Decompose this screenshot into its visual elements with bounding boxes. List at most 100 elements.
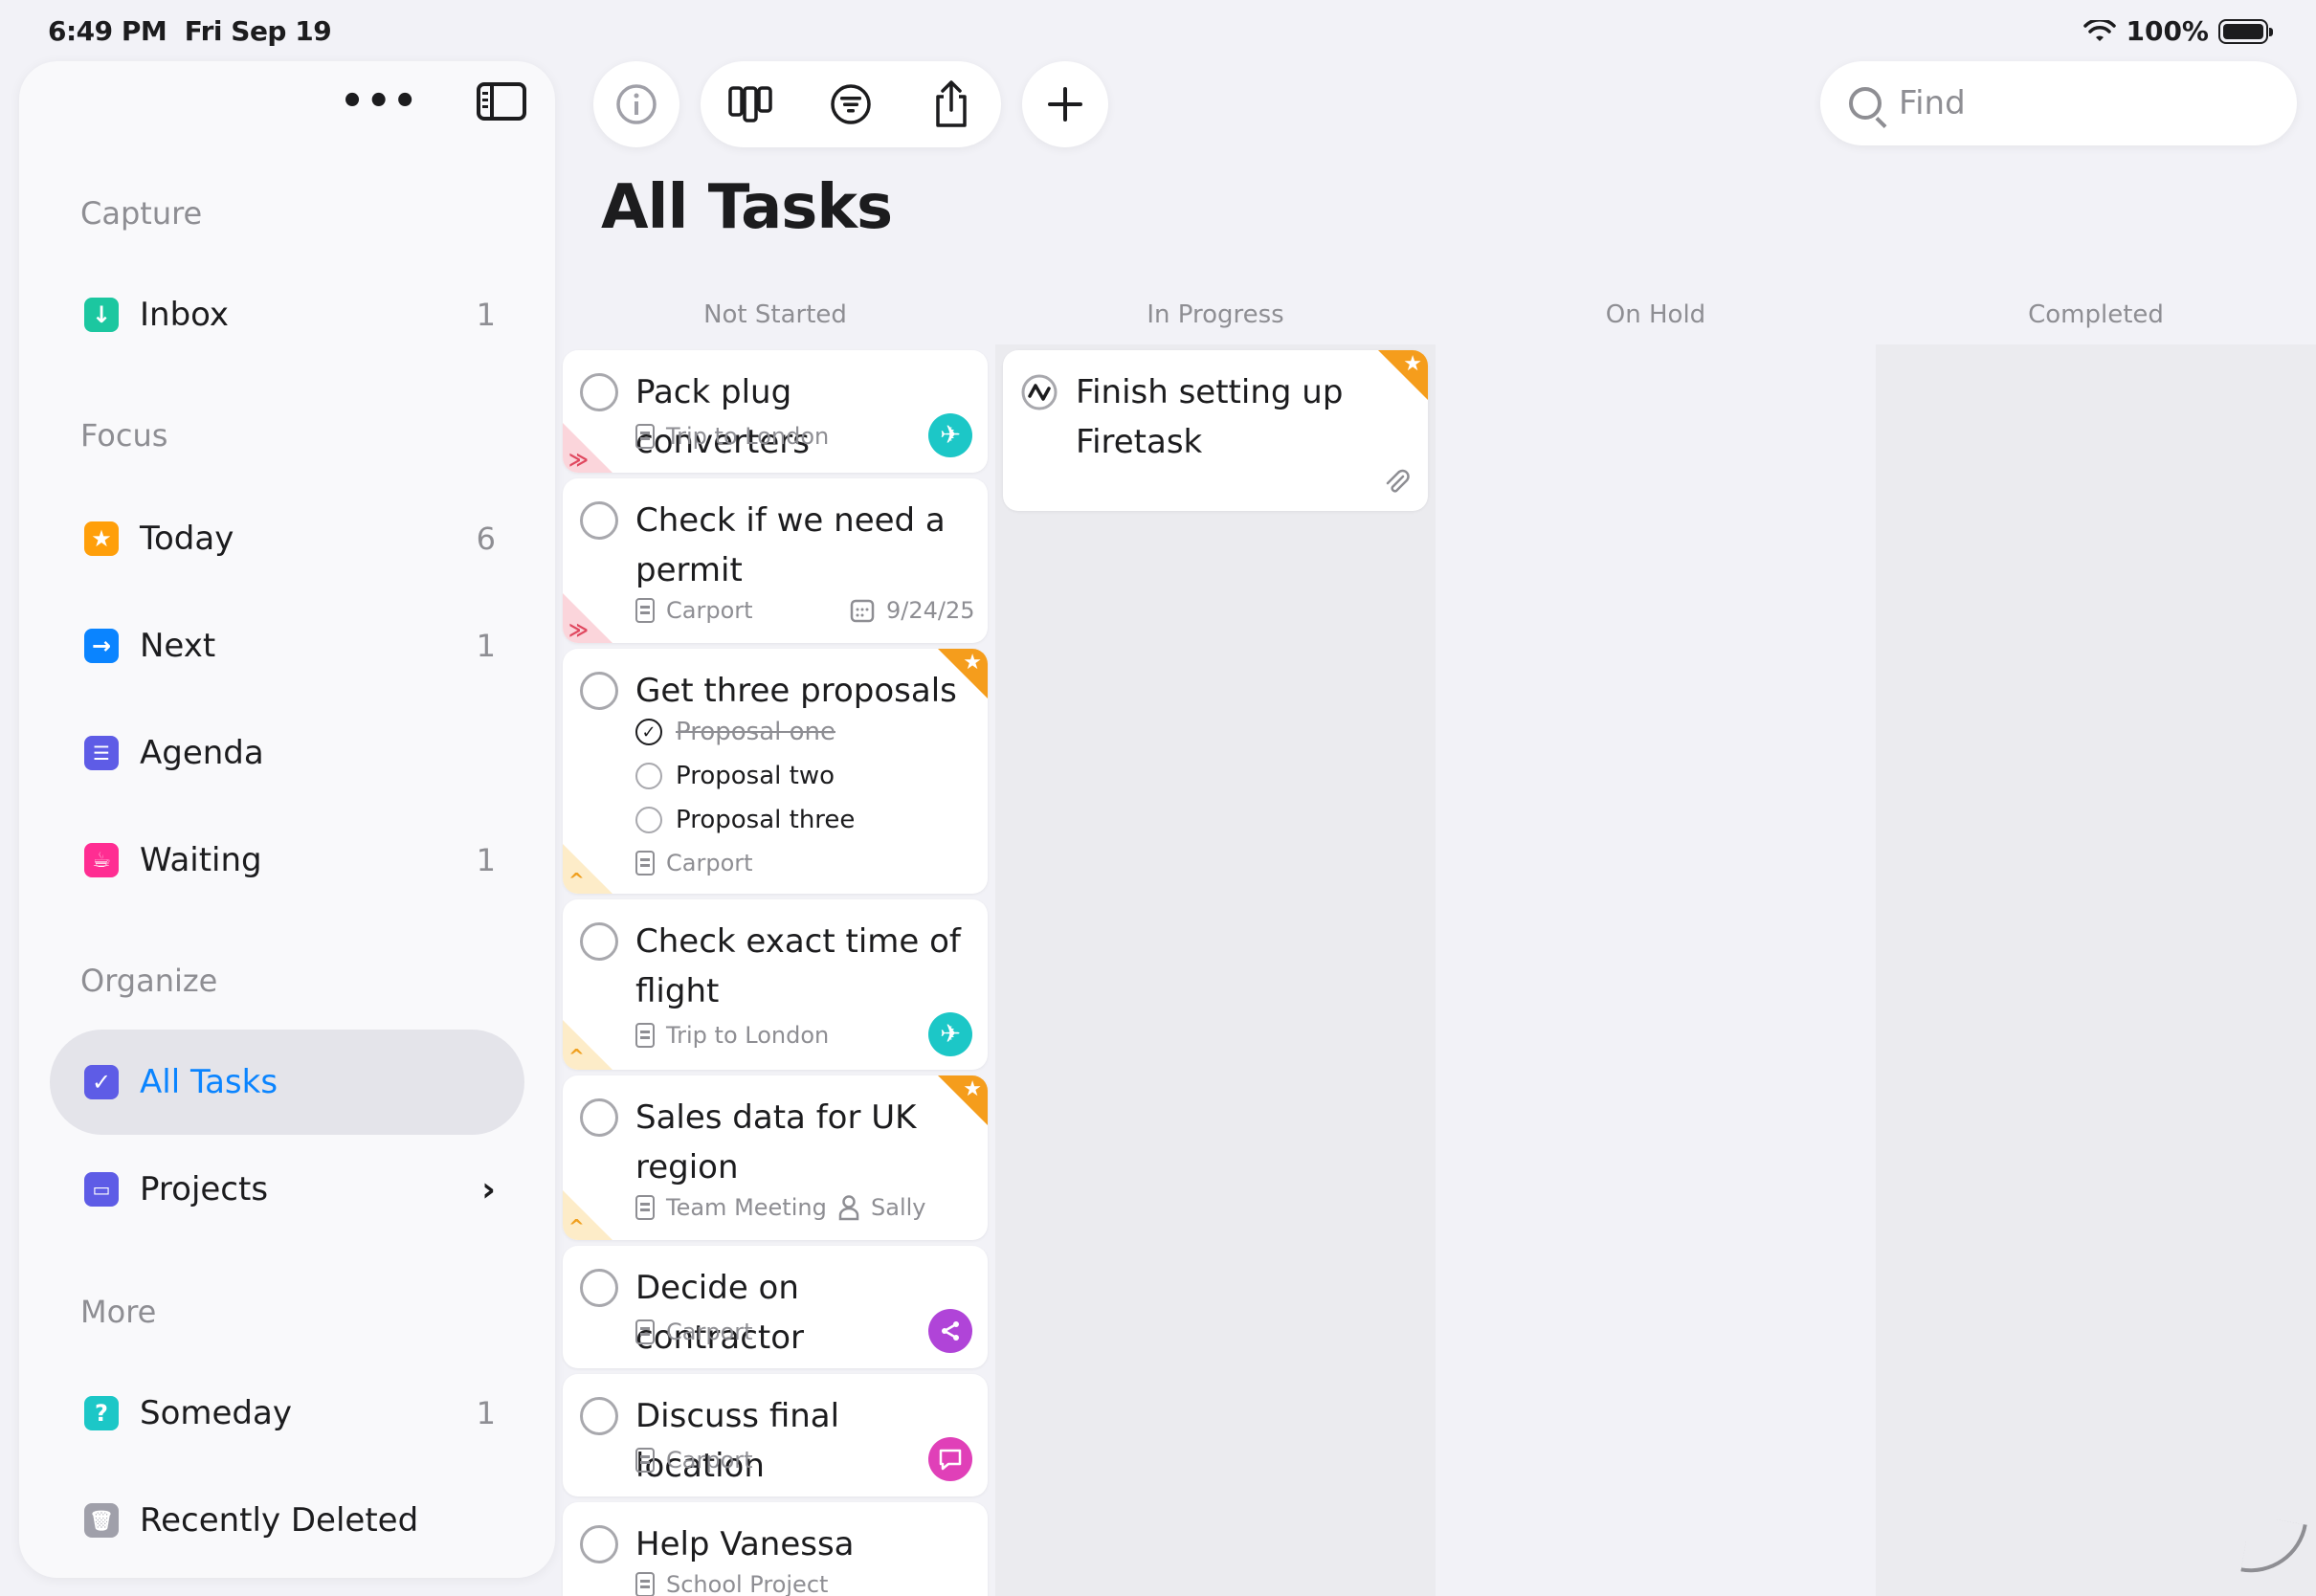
task-due-date: 9/24/25 bbox=[850, 597, 975, 624]
subtask-checkbox[interactable] bbox=[635, 763, 662, 789]
calendar-icon bbox=[850, 599, 875, 623]
attachment-icon bbox=[1386, 469, 1410, 493]
wifi-icon bbox=[2083, 19, 2117, 41]
task-card[interactable]: Decide on contractor Carport bbox=[563, 1246, 988, 1368]
task-checkbox[interactable] bbox=[580, 373, 618, 411]
status-bar: 6:49 PM Fri Sep 19 100% bbox=[0, 0, 2316, 61]
share-icon bbox=[935, 80, 967, 127]
document-icon bbox=[635, 1448, 655, 1473]
sidebar-item-next[interactable]: → Next 1 bbox=[50, 593, 524, 698]
document-icon bbox=[635, 1023, 655, 1048]
task-project: Carport bbox=[635, 850, 753, 876]
question-icon: ? bbox=[84, 1396, 119, 1430]
checkbox-icon: ✓ bbox=[84, 1065, 119, 1099]
task-project: Trip to London bbox=[635, 423, 829, 450]
task-title: Help Vanessa bbox=[635, 1525, 855, 1563]
medium-priority-icon: ^ bbox=[568, 869, 585, 892]
sidebar-item-inbox[interactable]: ↓ Inbox 1 bbox=[50, 262, 524, 367]
task-checkbox[interactable] bbox=[580, 922, 618, 961]
filter-button[interactable] bbox=[801, 61, 902, 147]
info-icon bbox=[616, 84, 657, 124]
task-project: Carport bbox=[635, 597, 753, 624]
task-checkbox[interactable] bbox=[580, 1098, 618, 1137]
task-title: Check if we need a permit bbox=[635, 501, 946, 589]
document-icon bbox=[635, 1319, 655, 1344]
list-icon: ☰ bbox=[84, 736, 119, 770]
search-input[interactable] bbox=[1899, 84, 2262, 122]
star-icon: ★ bbox=[84, 521, 119, 556]
person-icon bbox=[838, 1195, 859, 1221]
sidebar-item-waiting[interactable]: ☕ Waiting 1 bbox=[50, 808, 524, 913]
sidebar-item-agenda[interactable]: ☰ Agenda bbox=[50, 700, 524, 806]
subtask-item[interactable]: Proposal three bbox=[635, 806, 855, 834]
chevron-right-icon: › bbox=[481, 1169, 496, 1209]
subtask-checkbox[interactable]: ✓ bbox=[635, 719, 662, 745]
task-project: Carport bbox=[635, 1447, 753, 1474]
more-options-icon[interactable]: ••• bbox=[340, 82, 419, 121]
task-card[interactable]: Finish setting up Firetask ★ bbox=[1003, 350, 1428, 511]
column-completed bbox=[1876, 344, 2316, 1596]
arrow-down-icon: ↓ bbox=[84, 298, 119, 332]
trash-icon: 🗑 bbox=[84, 1503, 119, 1538]
chat-bubble-icon bbox=[928, 1437, 972, 1481]
cup-icon: ☕ bbox=[84, 843, 119, 877]
sidebar-item-all-tasks[interactable]: ✓ All Tasks bbox=[50, 1030, 524, 1135]
task-card[interactable]: Get three proposals ✓ Proposal one Propos… bbox=[563, 649, 988, 894]
task-checkbox[interactable] bbox=[580, 672, 618, 710]
column-header-not-started: Not Started bbox=[703, 300, 847, 329]
search-field[interactable] bbox=[1820, 61, 2297, 145]
task-title: Discuss final location bbox=[635, 1397, 840, 1485]
board-icon bbox=[728, 86, 773, 122]
battery-icon bbox=[2218, 18, 2273, 44]
in-progress-icon[interactable] bbox=[1020, 373, 1058, 411]
sidebar-item-recently-deleted[interactable]: 🗑 Recently Deleted bbox=[50, 1468, 524, 1573]
subtask-item[interactable]: ✓ Proposal one bbox=[635, 718, 835, 746]
board-view-button[interactable] bbox=[701, 61, 801, 147]
add-task-button[interactable] bbox=[1022, 61, 1108, 147]
task-title: Pack plug converters bbox=[635, 373, 811, 461]
task-card[interactable]: Pack plug converters Trip to London ✈ ≫ bbox=[563, 350, 988, 473]
column-header-in-progress: In Progress bbox=[1147, 300, 1284, 329]
task-assignee: Sally bbox=[838, 1194, 925, 1221]
section-capture: Capture bbox=[80, 195, 203, 232]
subtask-checkbox[interactable] bbox=[635, 807, 662, 833]
page-title: All Tasks bbox=[601, 172, 893, 243]
filter-icon bbox=[831, 84, 871, 124]
search-icon bbox=[1849, 87, 1882, 120]
view-options-group bbox=[701, 61, 1001, 147]
document-icon bbox=[635, 1195, 655, 1220]
task-title: Check exact time of flight bbox=[635, 922, 961, 1010]
task-checkbox[interactable] bbox=[580, 1397, 618, 1435]
task-checkbox[interactable] bbox=[580, 1525, 618, 1563]
task-card[interactable]: Check exact time of flight Trip to Londo… bbox=[563, 899, 988, 1070]
high-priority-icon: ≫ bbox=[568, 448, 589, 471]
task-project: School Project bbox=[635, 1571, 828, 1596]
airplane-icon: ✈ bbox=[928, 1012, 972, 1056]
task-card[interactable]: Discuss final location Carport bbox=[563, 1374, 988, 1496]
subtask-item[interactable]: Proposal two bbox=[635, 762, 835, 790]
document-icon bbox=[635, 1572, 655, 1596]
task-card[interactable]: Sales data for UK region Team Meeting Sa… bbox=[563, 1075, 988, 1240]
task-checkbox[interactable] bbox=[580, 1269, 618, 1307]
task-project: Trip to London bbox=[635, 1022, 829, 1049]
section-more: More bbox=[80, 1294, 157, 1330]
task-card[interactable]: Check if we need a permit Carport 9/24/2… bbox=[563, 478, 988, 643]
sidebar-toggle-icon[interactable] bbox=[477, 82, 526, 121]
status-right: 100% bbox=[2083, 15, 2273, 47]
medium-priority-icon: ^ bbox=[568, 1045, 585, 1068]
high-priority-icon: ≫ bbox=[568, 618, 589, 641]
star-icon: ★ bbox=[963, 1077, 982, 1101]
info-button[interactable] bbox=[593, 61, 679, 147]
battery-percent: 100% bbox=[2126, 15, 2209, 47]
sidebar-item-someday[interactable]: ? Someday 1 bbox=[50, 1361, 524, 1466]
sidebar-item-projects[interactable]: ▭ Projects › bbox=[50, 1137, 524, 1242]
airplane-icon: ✈ bbox=[928, 413, 972, 457]
section-organize: Organize bbox=[80, 963, 218, 999]
task-checkbox[interactable] bbox=[580, 501, 618, 540]
sidebar-item-today[interactable]: ★ Today 6 bbox=[50, 486, 524, 591]
task-project: Team Meeting bbox=[635, 1194, 827, 1221]
column-in-progress bbox=[995, 344, 1436, 1596]
task-card[interactable]: Help Vanessa School Project bbox=[563, 1502, 988, 1596]
folder-icon: ▭ bbox=[84, 1172, 119, 1207]
share-button[interactable] bbox=[901, 61, 1001, 147]
